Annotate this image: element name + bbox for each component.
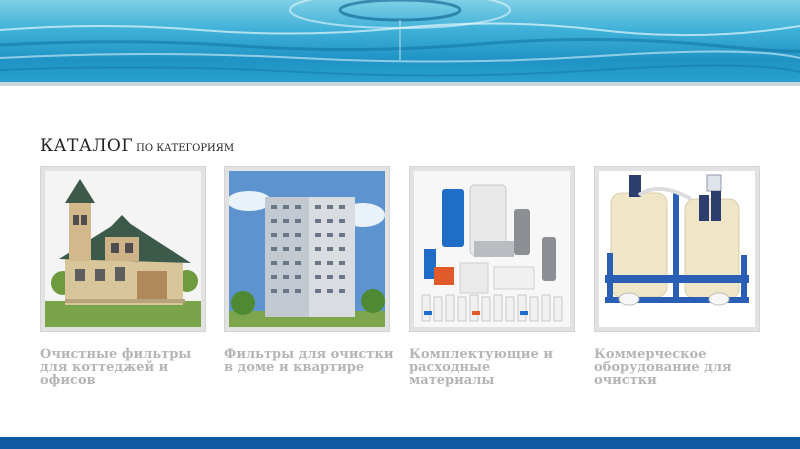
apartment-building-image[interactable] xyxy=(224,166,390,332)
catalog-heading-sub: по категориям xyxy=(136,143,235,154)
catalog-card-commercial[interactable]: Коммерческое оборудование для очистки xyxy=(594,166,760,387)
catalog-card-label[interactable]: Фильтры для очистки в доме и квартире xyxy=(224,348,394,374)
commercial-tanks-image[interactable] xyxy=(594,166,760,332)
footer-bar xyxy=(0,437,800,449)
filter-components-image[interactable] xyxy=(409,166,575,332)
catalog-card-label[interactable]: Комплектующие и расходные материалы xyxy=(409,348,579,387)
catalog-card-label[interactable]: Очистные фильтры для коттеджей и офисов xyxy=(40,348,210,387)
catalog-card-components[interactable]: Комплектующие и расходные материалы xyxy=(409,166,575,387)
catalog-card-apartments[interactable]: Фильтры для очистки в доме и квартире xyxy=(224,166,393,374)
catalog-heading: КАТАЛОГ по категориям xyxy=(40,136,234,158)
water-ripple-banner xyxy=(0,0,800,86)
catalog-card-cottages[interactable]: Очистные фильтры для коттеджей и офисов xyxy=(40,166,206,387)
catalog-heading-main: КАТАЛОГ xyxy=(40,136,134,156)
catalog-card-label[interactable]: Коммерческое оборудование для очистки xyxy=(594,348,764,387)
cottage-house-image[interactable] xyxy=(40,166,206,332)
